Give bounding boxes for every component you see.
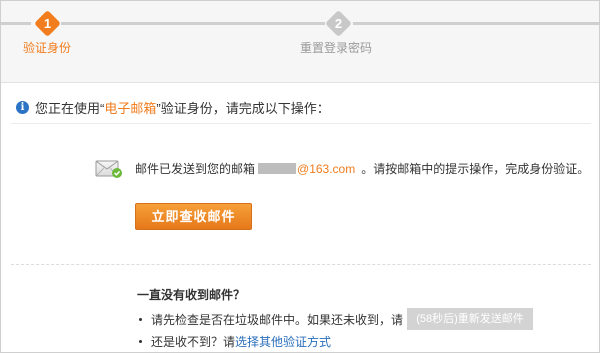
step-2-marker: 2 bbox=[325, 10, 352, 37]
step-connector bbox=[61, 22, 325, 25]
email-domain: @163.com bbox=[297, 161, 356, 176]
other-verification-link[interactable]: 选择其他验证方式 bbox=[235, 333, 331, 350]
step-connector bbox=[353, 22, 599, 25]
step-connector bbox=[1, 22, 31, 25]
still-not-received-text: 还是收不到？请 bbox=[151, 335, 236, 349]
list-item: 还是收不到？请 选择其他验证方式 bbox=[139, 333, 331, 350]
step-progress-bar: 1 验证身份 2 重置登录密码 bbox=[1, 1, 599, 83]
divider bbox=[11, 264, 591, 265]
step-2-label: 重置登录密码 bbox=[300, 41, 373, 55]
resend-email-button[interactable]: (58秒后)重新发送邮件 bbox=[407, 308, 534, 330]
envelope-icon bbox=[95, 157, 123, 178]
verification-notice: i 您正在使用“ 电子邮箱 ”验证身份，请完成以下操作： bbox=[16, 98, 330, 117]
notice-prefix: 您正在使用“ bbox=[35, 101, 105, 116]
notice-method: 电子邮箱 bbox=[104, 101, 157, 116]
mail-sent-text: 邮件已发送到您的邮箱 bbox=[135, 162, 256, 176]
divider bbox=[11, 123, 591, 124]
step-1-number: 1 bbox=[43, 16, 52, 31]
info-icon: i bbox=[16, 101, 29, 114]
list-item: 请先检查是否在垃圾邮件中。如果还未收到，请 (58秒后)重新发送邮件 bbox=[139, 308, 534, 330]
step-2-number: 2 bbox=[334, 16, 343, 31]
not-received-title: 一直没有收到邮件？ bbox=[137, 288, 246, 302]
step-1-marker: 1 bbox=[34, 10, 61, 37]
spam-check-text: 请先检查是否在垃圾邮件中。如果还未收到，请 bbox=[151, 312, 404, 327]
verify-identity-panel: 1 验证身份 2 重置登录密码 i 您正在使用“ 电子邮箱 ”验证身份，请完成以… bbox=[0, 0, 600, 353]
step-1-label: 验证身份 bbox=[23, 41, 72, 55]
bullet bbox=[139, 340, 142, 343]
mail-sent-message: 邮件已发送到您的邮箱 @163.com 。请按邮箱中的提示操作，完成身份验证。 bbox=[135, 160, 589, 177]
mail-instruction: 。请按邮箱中的提示操作，完成身份验证。 bbox=[361, 162, 590, 176]
notice-suffix: ”验证身份，请完成以下操作： bbox=[156, 101, 330, 116]
masked-email-user bbox=[258, 163, 297, 174]
bullet bbox=[139, 317, 142, 321]
check-mail-button[interactable]: 立即查收邮件 bbox=[135, 203, 252, 230]
